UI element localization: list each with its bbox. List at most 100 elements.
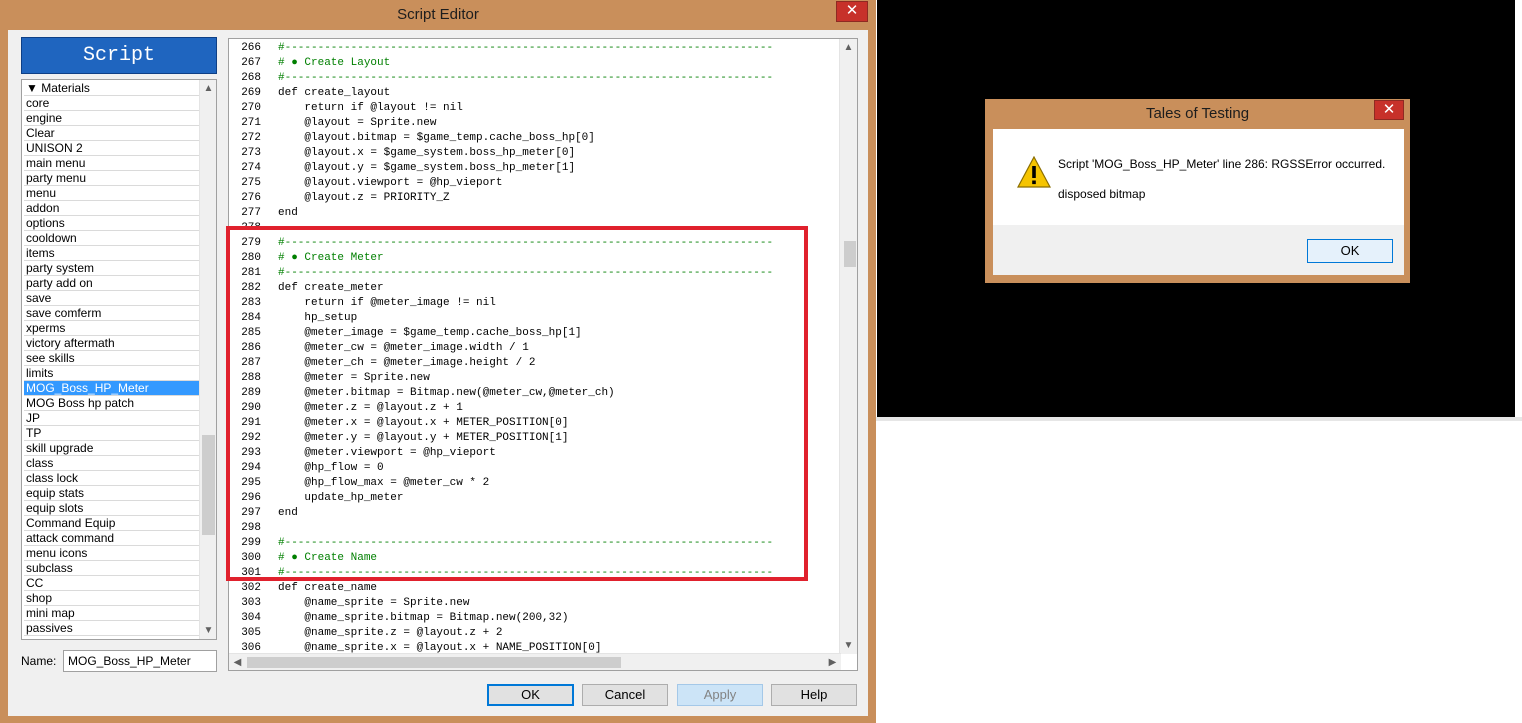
code-line[interactable]: 275 @layout.viewport = @hp_vieport	[229, 176, 825, 191]
script-list-item[interactable]: xperms	[24, 321, 199, 336]
name-input[interactable]: MOG_Boss_HP_Meter	[63, 650, 217, 672]
code-line[interactable]: 303 @name_sprite = Sprite.new	[229, 596, 825, 611]
code-line[interactable]: 270 return if @layout != nil	[229, 101, 825, 116]
code-vertical-thumb[interactable]	[844, 241, 856, 267]
script-list-item[interactable]: TP	[24, 426, 199, 441]
code-scroll-down-icon[interactable]: ▼	[840, 637, 857, 654]
script-list-item[interactable]: class lock	[24, 471, 199, 486]
script-list-item[interactable]: limits	[24, 366, 199, 381]
script-list-item[interactable]: party system	[24, 261, 199, 276]
script-list-item[interactable]: UNISON 2	[24, 141, 199, 156]
script-list-item[interactable]: shop	[24, 591, 199, 606]
line-number: 304	[241, 612, 261, 624]
code-line[interactable]: 273 @layout.x = $game_system.boss_hp_met…	[229, 146, 825, 161]
code-line[interactable]: 268 #------------------------------------…	[229, 71, 825, 86]
code-line[interactable]: 304 @name_sprite.bitmap = Bitmap.new(200…	[229, 611, 825, 626]
scroll-up-icon[interactable]: ▲	[200, 80, 216, 97]
cancel-button[interactable]: Cancel	[582, 684, 668, 706]
script-list-item[interactable]: Command Equip	[24, 516, 199, 531]
script-list-item[interactable]: items	[24, 246, 199, 261]
dialog-close-button[interactable]: ✕	[1374, 100, 1404, 120]
editor-close-button[interactable]: ✕	[836, 1, 868, 22]
code-text: @name_sprite.z = @layout.z + 2	[278, 627, 503, 639]
code-line[interactable]: 269 def create_layout	[229, 86, 825, 101]
highlight-box	[226, 226, 808, 581]
line-number: 277	[241, 207, 261, 219]
code-line[interactable]: 305 @name_sprite.z = @layout.z + 2	[229, 626, 825, 641]
ok-button[interactable]: OK	[487, 684, 574, 706]
code-text: @layout.viewport = @hp_vieport	[278, 177, 503, 189]
line-number: 269	[241, 87, 261, 99]
code-scroll-right-icon[interactable]: ▶	[824, 654, 841, 670]
script-list-scroll-thumb[interactable]	[202, 435, 215, 535]
code-line[interactable]: 302 def create_name	[229, 581, 825, 596]
line-number: 305	[241, 627, 261, 639]
script-list-item[interactable]: skill upgrade	[24, 441, 199, 456]
script-list-item[interactable]: options	[24, 216, 199, 231]
script-list-item[interactable]: ▼ Materials	[24, 81, 199, 96]
code-text: #---------------------------------------…	[278, 72, 774, 84]
script-list-item[interactable]: JP	[24, 411, 199, 426]
line-number: 268	[241, 72, 261, 84]
script-list-item[interactable]: MOG Boss hp patch	[24, 396, 199, 411]
apply-button[interactable]: Apply	[677, 684, 763, 706]
script-list-item[interactable]: equip slots	[24, 501, 199, 516]
dialog-client: Script 'MOG_Boss_HP_Meter' line 286: RGS…	[993, 129, 1404, 275]
code-text: return if @layout != nil	[278, 102, 463, 114]
code-line[interactable]: 271 @layout = Sprite.new	[229, 116, 825, 131]
script-list-item[interactable]: party menu	[24, 171, 199, 186]
script-list-item[interactable]: menu	[24, 186, 199, 201]
script-list-item[interactable]: core	[24, 96, 199, 111]
script-list-item[interactable]: victory aftermath	[24, 336, 199, 351]
script-list-item[interactable]: equip stats	[24, 486, 199, 501]
script-list-item[interactable]: engine	[24, 111, 199, 126]
script-list-item[interactable]: cooldown	[24, 231, 199, 246]
script-list-scrollbar[interactable]: ▲ ▼	[199, 80, 216, 639]
editor-title: Script Editor	[397, 6, 479, 23]
script-list-item[interactable]: CC	[24, 576, 199, 591]
code-scroll-left-icon[interactable]: ◀	[229, 654, 246, 670]
code-horizontal-scrollbar[interactable]: ◀ ▶	[229, 653, 841, 670]
code-line[interactable]: 272 @layout.bitmap = $game_temp.cache_bo…	[229, 131, 825, 146]
line-number: 267	[241, 57, 261, 69]
code-line[interactable]: 274 @layout.y = $game_system.boss_hp_met…	[229, 161, 825, 176]
code-text: @layout.y = $game_system.boss_hp_meter[1…	[278, 162, 576, 174]
script-list-item[interactable]: class	[24, 456, 199, 471]
code-text: #---------------------------------------…	[278, 42, 774, 54]
script-list-item[interactable]: passives	[24, 621, 199, 636]
editor-titlebar[interactable]: Script Editor ✕	[0, 0, 876, 30]
script-list[interactable]: ▼ Materials core engine Clear UNISON 2 main m…	[21, 79, 217, 640]
code-text: @layout = Sprite.new	[278, 117, 437, 129]
code-text: @name_sprite.bitmap = Bitmap.new(200,32)	[278, 612, 569, 624]
dialog-title: Tales of Testing	[1145, 105, 1250, 122]
script-list-item[interactable]: Clear	[24, 126, 199, 141]
code-line[interactable]: 277 end	[229, 206, 825, 221]
code-line[interactable]: 267 # ● Create Layout	[229, 56, 825, 71]
script-list-item[interactable]: addon	[24, 201, 199, 216]
code-line[interactable]: 266 #------------------------------------…	[229, 41, 825, 56]
dialog-message-area: Script 'MOG_Boss_HP_Meter' line 286: RGS…	[993, 129, 1404, 225]
script-list-items: ▼ Materials core engine Clear UNISON 2 main m…	[24, 81, 199, 636]
script-list-item[interactable]: party add on	[24, 276, 199, 291]
code-text: @layout.z = PRIORITY_Z	[278, 192, 450, 204]
dialog-ok-button[interactable]: OK	[1307, 239, 1393, 263]
code-horizontal-thumb[interactable]	[247, 657, 621, 668]
help-button[interactable]: Help	[771, 684, 857, 706]
script-list-item[interactable]: menu icons	[24, 546, 199, 561]
line-number: 270	[241, 102, 261, 114]
line-number: 302	[241, 582, 261, 594]
script-list-item[interactable]: main menu	[24, 156, 199, 171]
script-list-item[interactable]: attack command	[24, 531, 199, 546]
script-list-item[interactable]: save comferm	[24, 306, 199, 321]
code-vertical-scrollbar[interactable]: ▲ ▼	[839, 39, 857, 654]
script-editor-window: Script Editor ✕ Script ▼ Materials core en…	[0, 0, 876, 723]
code-line[interactable]: 276 @layout.z = PRIORITY_Z	[229, 191, 825, 206]
script-list-item[interactable]: save	[24, 291, 199, 306]
code-scroll-up-icon[interactable]: ▲	[840, 39, 857, 56]
scroll-down-icon[interactable]: ▼	[200, 622, 216, 639]
script-list-item[interactable]: mini map	[24, 606, 199, 621]
script-list-item[interactable]: see skills	[24, 351, 199, 366]
game-screen-border	[876, 417, 1522, 421]
script-list-item[interactable]: MOG_Boss_HP_Meter	[24, 381, 199, 396]
script-list-item[interactable]: subclass	[24, 561, 199, 576]
